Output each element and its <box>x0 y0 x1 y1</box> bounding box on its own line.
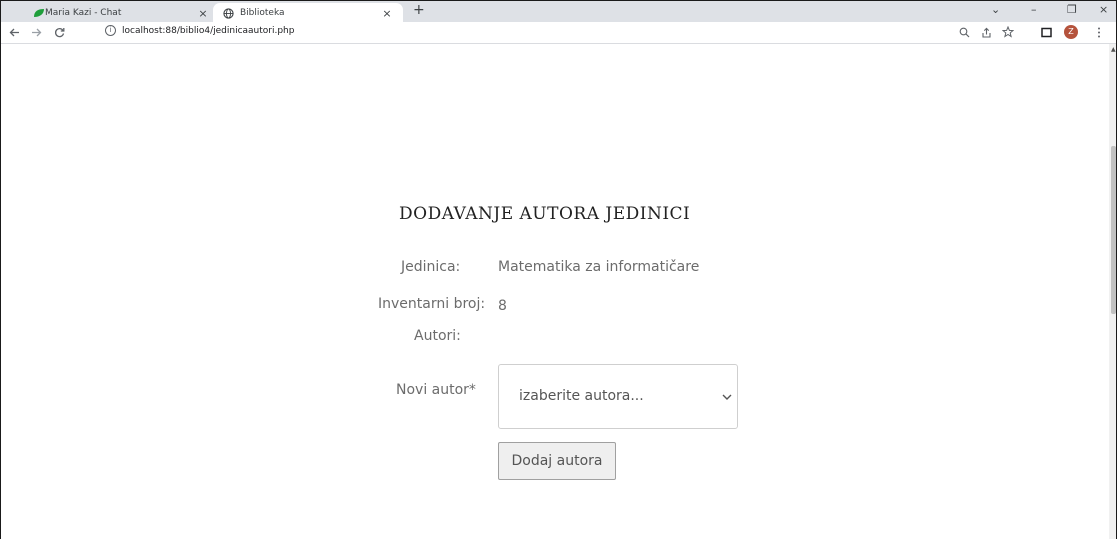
novi-autor-label: Novi autor* <box>396 382 476 398</box>
browser-toolbar: i localhost:88/biblio4/jedinicaautori.ph… <box>1 22 1116 44</box>
url-text: localhost:88/biblio4/jedinicaautori.php <box>122 25 295 36</box>
tab-maria-kazi-chat[interactable]: Maria Kazi - Chat × <box>23 3 213 23</box>
back-arrow-icon[interactable] <box>9 27 20 38</box>
minimize-icon[interactable]: – <box>1031 3 1037 16</box>
info-icon[interactable]: i <box>105 25 116 36</box>
bookmark-star-icon[interactable] <box>1002 26 1014 38</box>
address-bar[interactable]: i localhost:88/biblio4/jedinicaautori.ph… <box>105 25 294 36</box>
tab-search-icon[interactable]: ⌄ <box>991 3 1000 16</box>
restore-icon[interactable]: ❐ <box>1067 3 1077 16</box>
author-select-value: izaberite autora... <box>519 388 644 404</box>
avatar[interactable]: Z <box>1064 25 1078 39</box>
menu-kebab-icon[interactable] <box>1097 27 1101 38</box>
tab-biblioteka[interactable]: Biblioteka × <box>213 3 403 23</box>
page-content: DODAVANJE AUTORA JEDINICI Jedinica: Mate… <box>1 44 1109 539</box>
new-tab-button[interactable]: + <box>413 2 425 18</box>
browser-window: Maria Kazi - Chat × Biblioteka × + ⌄ – ❐… <box>0 0 1117 539</box>
close-icon[interactable]: × <box>195 7 211 20</box>
side-panel-icon[interactable] <box>1041 27 1052 38</box>
chevron-down-icon <box>722 394 732 400</box>
scrollbar-thumb[interactable] <box>1111 146 1116 314</box>
globe-icon <box>223 7 234 19</box>
reload-icon[interactable] <box>54 27 65 38</box>
tab-title: Maria Kazi - Chat <box>45 8 122 18</box>
zoom-icon[interactable] <box>959 27 970 38</box>
tab-title: Biblioteka <box>240 8 285 18</box>
forward-arrow-icon[interactable] <box>31 27 42 38</box>
leaf-icon <box>34 9 44 17</box>
share-icon[interactable] <box>981 27 992 38</box>
page-title: DODAVANJE AUTORA JEDINICI <box>399 204 691 224</box>
add-author-button[interactable]: Dodaj autora <box>498 442 616 480</box>
tab-strip: Maria Kazi - Chat × Biblioteka × + ⌄ – ❐… <box>1 0 1116 23</box>
close-icon[interactable]: × <box>379 7 395 20</box>
jedinica-value: Matematika za informatičare <box>498 259 700 275</box>
scroll-up-arrow-icon[interactable]: ▲ <box>1111 46 1116 53</box>
jedinica-label: Jedinica: <box>401 259 461 275</box>
window-close-icon[interactable]: × <box>1099 3 1108 16</box>
autori-label: Autori: <box>414 328 461 344</box>
author-select[interactable]: izaberite autora... <box>498 364 738 429</box>
inventarni-broj-label: Inventarni broj: <box>378 296 486 312</box>
inventarni-broj-value: 8 <box>498 298 507 314</box>
